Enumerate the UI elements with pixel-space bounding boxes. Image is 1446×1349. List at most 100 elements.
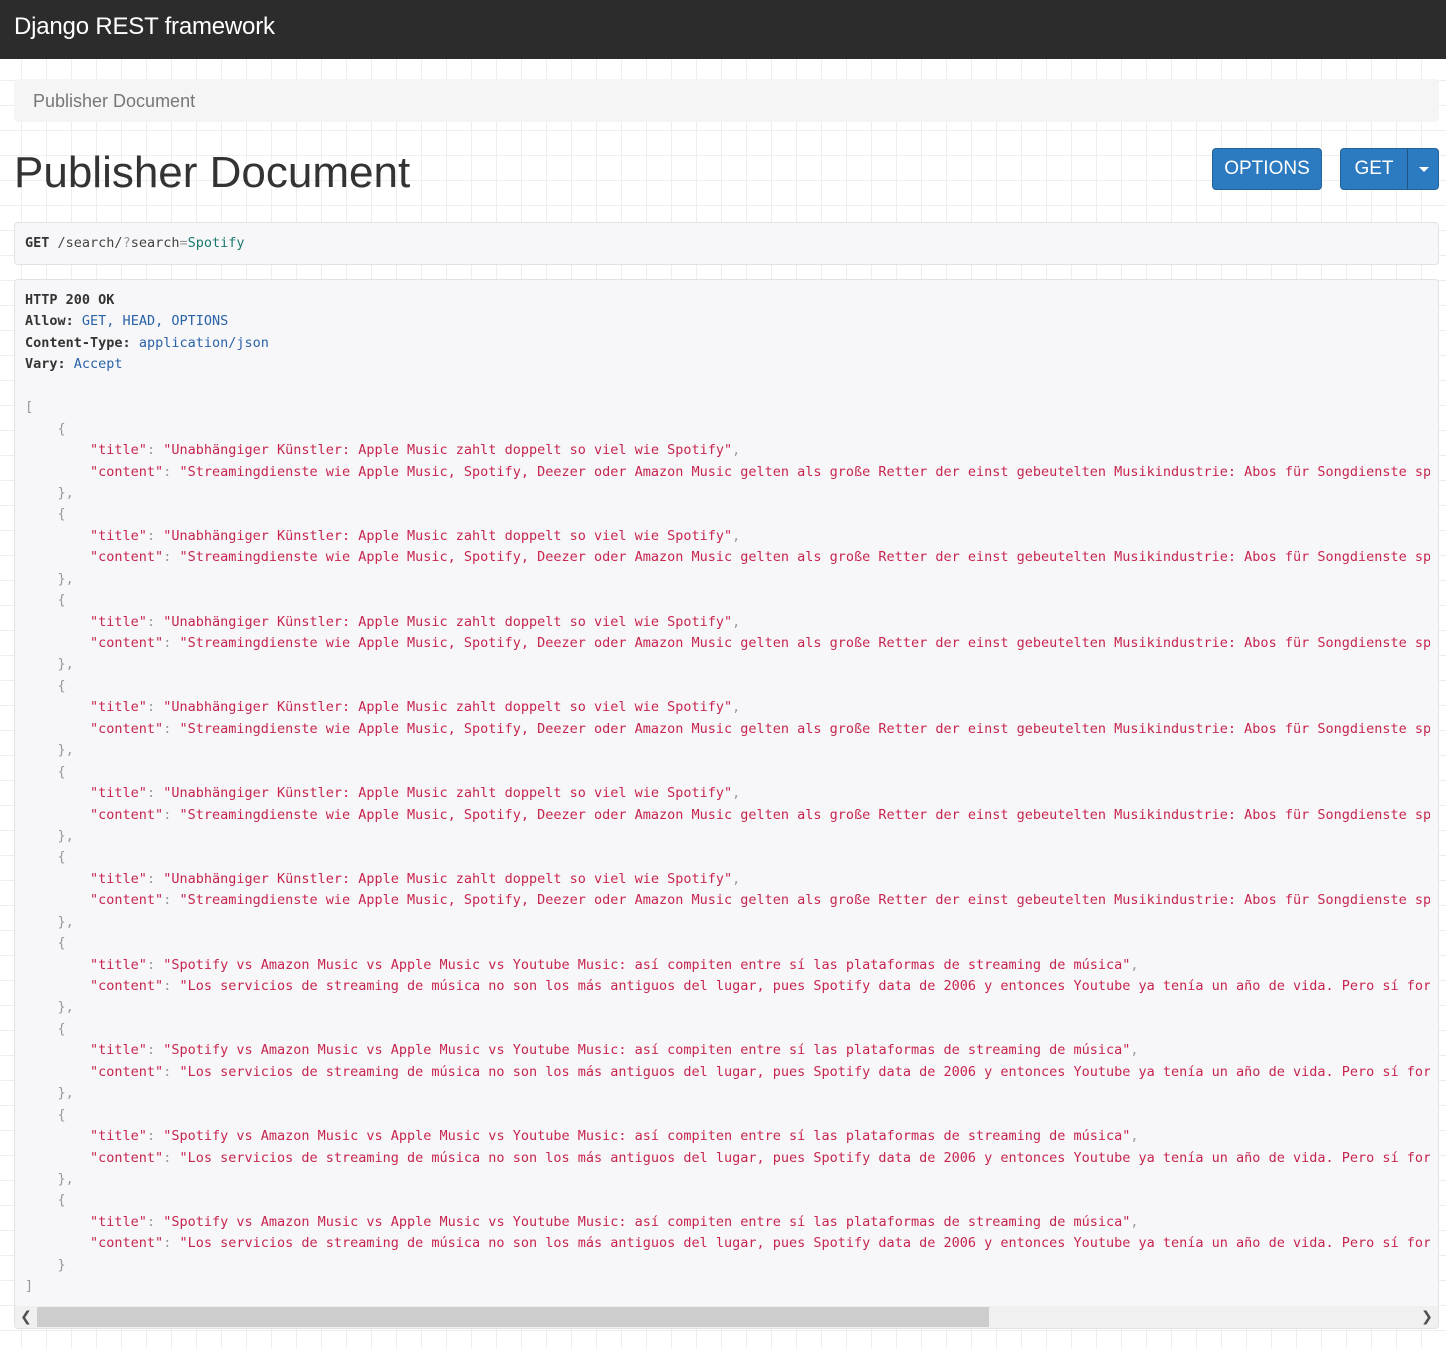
json-brace: { bbox=[25, 1020, 66, 1037]
json-brace: { bbox=[25, 592, 66, 609]
query-equals: = bbox=[179, 235, 188, 251]
json-comma: , bbox=[732, 785, 741, 802]
options-button[interactable]: OPTIONS bbox=[1212, 148, 1322, 190]
json-key: "content" bbox=[90, 892, 164, 909]
response-header-value: Accept bbox=[73, 356, 123, 373]
json-comma: , bbox=[732, 613, 741, 630]
json-key: "content" bbox=[90, 978, 164, 994]
json-key: "title" bbox=[90, 699, 147, 716]
json-colon: : bbox=[146, 870, 164, 887]
json-brace: { bbox=[25, 677, 66, 694]
json-key: "title" bbox=[90, 527, 147, 544]
json-colon: : bbox=[146, 956, 164, 973]
json-comma: , bbox=[1130, 1042, 1139, 1059]
json-content-value: "Streamingdienste wie Apple Music, Spoti… bbox=[179, 720, 1430, 737]
json-bracket: ] bbox=[25, 1278, 34, 1295]
json-key: "content" bbox=[90, 549, 164, 566]
json-key: "title" bbox=[90, 956, 147, 973]
json-key: "content" bbox=[90, 1063, 164, 1080]
response-header-key: Content-Type: bbox=[25, 334, 131, 351]
json-content-value: "Streamingdienste wie Apple Music, Spoti… bbox=[179, 892, 1430, 909]
get-format-dropdown-toggle[interactable] bbox=[1407, 148, 1439, 190]
query-key: search bbox=[130, 235, 180, 251]
json-content-value: "Los servicios de streaming de música no… bbox=[179, 1149, 1430, 1166]
scrollbar-thumb[interactable] bbox=[37, 1307, 989, 1327]
json-key: "content" bbox=[90, 806, 164, 823]
request-info: GET /search/?search=Spotify bbox=[14, 222, 1439, 265]
json-content-value: "Los servicios de streaming de música no… bbox=[179, 1063, 1430, 1080]
json-title-value: "Unabhängiger Künstler: Apple Music zahl… bbox=[163, 442, 733, 459]
chevron-left-icon[interactable]: ❮ bbox=[15, 1306, 37, 1328]
json-colon: : bbox=[163, 463, 180, 480]
response-status: HTTP 200 OK bbox=[25, 292, 115, 308]
json-brace: { bbox=[25, 506, 66, 523]
json-colon: : bbox=[163, 978, 180, 994]
json-content-value: "Streamingdienste wie Apple Music, Spoti… bbox=[179, 549, 1430, 566]
json-brace: { bbox=[25, 935, 66, 952]
json-key: "title" bbox=[90, 1042, 147, 1059]
json-key: "title" bbox=[90, 1213, 147, 1230]
json-brace: }, bbox=[25, 484, 74, 501]
json-key: "title" bbox=[90, 1128, 147, 1145]
json-comma: , bbox=[732, 699, 741, 716]
json-colon: : bbox=[146, 785, 164, 802]
horizontal-scrollbar[interactable]: ❮ ❯ bbox=[15, 1306, 1438, 1328]
json-key: "title" bbox=[90, 870, 147, 887]
response-header-key: Vary: bbox=[25, 356, 66, 373]
json-colon: : bbox=[146, 699, 164, 716]
json-brace: }, bbox=[25, 999, 74, 1016]
json-title-value: "Spotify vs Amazon Music vs Apple Music … bbox=[163, 1042, 1131, 1059]
json-brace: }, bbox=[25, 827, 74, 844]
json-content-value: "Los servicios de streaming de música no… bbox=[179, 978, 1430, 994]
response-info: HTTP 200 OK Allow: GET, HEAD, OPTIONS Cont… bbox=[14, 279, 1439, 1329]
json-content-value: "Streamingdienste wie Apple Music, Spoti… bbox=[179, 463, 1430, 480]
json-brace: } bbox=[25, 1256, 66, 1273]
json-colon: : bbox=[146, 613, 164, 630]
json-brace: { bbox=[25, 420, 66, 437]
request-method: GET bbox=[25, 235, 50, 251]
json-key: "title" bbox=[90, 613, 147, 630]
json-colon: : bbox=[146, 1128, 164, 1145]
breadcrumb: Publisher Document bbox=[14, 79, 1439, 122]
json-title-value: "Unabhängiger Künstler: Apple Music zahl… bbox=[163, 870, 733, 887]
json-colon: : bbox=[163, 1063, 180, 1080]
json-brace: }, bbox=[25, 1085, 74, 1102]
json-brace: { bbox=[25, 1106, 66, 1123]
request-path: /search/ bbox=[57, 235, 123, 251]
response-header-key: Allow: bbox=[25, 313, 74, 330]
response-header-value: application/json bbox=[138, 334, 269, 351]
json-title-value: "Unabhängiger Künstler: Apple Music zahl… bbox=[163, 785, 733, 802]
page-title: Publisher Document bbox=[14, 148, 411, 197]
brand-link[interactable]: Django REST framework bbox=[14, 12, 275, 42]
json-brace: { bbox=[25, 763, 66, 780]
breadcrumb-item-active: Publisher Document bbox=[33, 91, 196, 111]
json-colon: : bbox=[146, 1213, 164, 1230]
json-key: "content" bbox=[90, 463, 164, 480]
get-button[interactable]: GET bbox=[1340, 148, 1408, 190]
json-comma: , bbox=[732, 527, 741, 544]
json-colon: : bbox=[146, 442, 164, 459]
json-colon: : bbox=[163, 549, 180, 566]
caret-down-icon bbox=[1419, 167, 1429, 172]
json-title-value: "Spotify vs Amazon Music vs Apple Music … bbox=[163, 956, 1131, 973]
json-colon: : bbox=[163, 1235, 180, 1252]
json-colon: : bbox=[163, 892, 180, 909]
get-button-group: GET bbox=[1340, 148, 1439, 190]
json-comma: , bbox=[732, 870, 741, 887]
json-comma: , bbox=[1130, 1213, 1139, 1230]
json-content-value: "Los servicios de streaming de música no… bbox=[179, 1235, 1430, 1252]
json-brace: }, bbox=[25, 742, 74, 759]
json-content-value: "Streamingdienste wie Apple Music, Spoti… bbox=[179, 635, 1430, 651]
json-brace: }, bbox=[25, 570, 74, 587]
json-title-value: "Unabhängiger Künstler: Apple Music zahl… bbox=[163, 699, 733, 716]
json-brace: { bbox=[25, 849, 66, 866]
json-key: "title" bbox=[90, 442, 147, 459]
json-brace: }, bbox=[25, 913, 74, 930]
json-comma: , bbox=[1130, 1128, 1139, 1145]
json-colon: : bbox=[163, 720, 180, 737]
json-brace: }, bbox=[25, 656, 74, 673]
json-brace: }, bbox=[25, 1170, 74, 1187]
chevron-right-icon[interactable]: ❯ bbox=[1416, 1306, 1438, 1328]
json-colon: : bbox=[163, 635, 180, 651]
response-content: HTTP 200 OK Allow: GET, HEAD, OPTIONS Cont… bbox=[25, 290, 1430, 1306]
